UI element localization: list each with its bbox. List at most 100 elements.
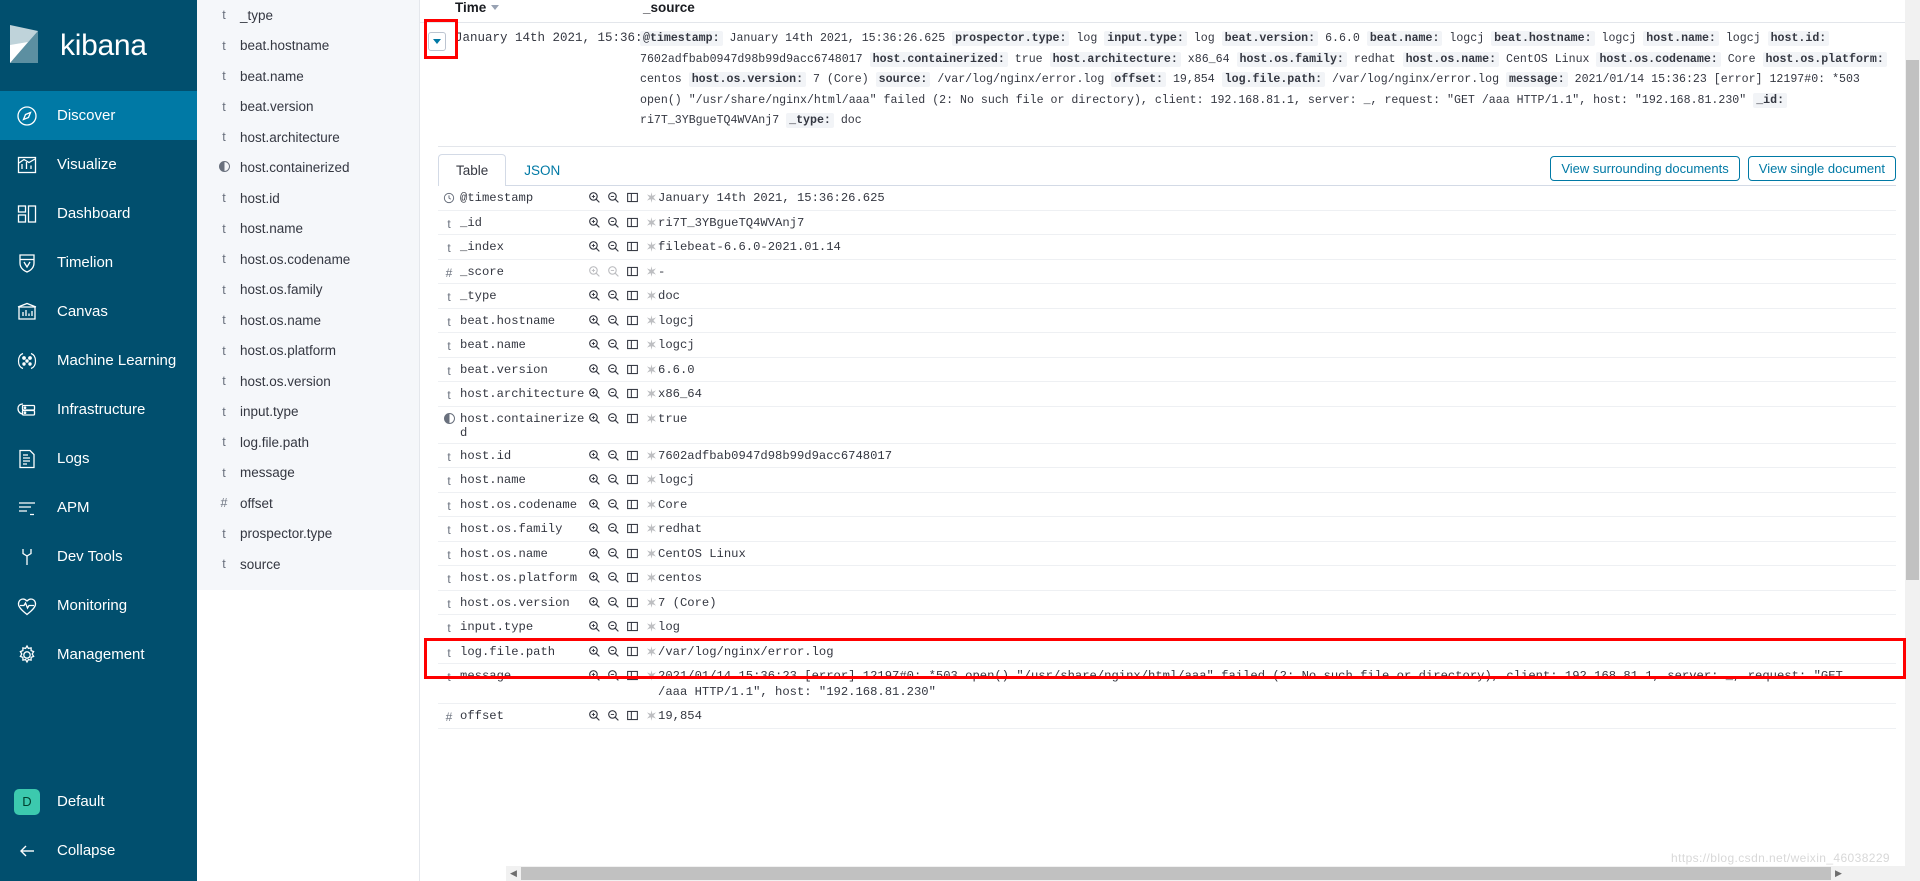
sidebar-item-logs[interactable]: Logs bbox=[0, 434, 197, 483]
filter-out-value-icon[interactable] bbox=[607, 265, 620, 278]
sidebar-item-monitoring[interactable]: Monitoring bbox=[0, 581, 197, 630]
filter-out-value-icon[interactable] bbox=[607, 498, 620, 511]
filter-for-field-present-icon[interactable] bbox=[645, 596, 658, 609]
filter-for-value-icon[interactable] bbox=[588, 596, 601, 609]
toggle-column-in-table-icon[interactable] bbox=[626, 289, 639, 302]
filter-out-value-icon[interactable] bbox=[607, 473, 620, 486]
filter-out-value-icon[interactable] bbox=[607, 363, 620, 376]
toggle-column-in-table-icon[interactable] bbox=[626, 645, 639, 658]
filter-for-value-icon[interactable] bbox=[588, 571, 601, 584]
tab-table[interactable]: Table bbox=[438, 153, 507, 186]
toggle-column-in-table-icon[interactable] bbox=[626, 449, 639, 462]
field-list-item[interactable]: t host.architecture bbox=[197, 122, 419, 153]
filter-for-value-icon[interactable] bbox=[588, 314, 601, 327]
filter-for-value-icon[interactable] bbox=[588, 669, 601, 682]
field-list-item[interactable]: t log.file.path bbox=[197, 427, 419, 458]
sidebar-item-timelion[interactable]: Timelion bbox=[0, 238, 197, 287]
kibana-brand[interactable]: kibana bbox=[0, 0, 197, 91]
filter-for-value-icon[interactable] bbox=[588, 709, 601, 722]
filter-out-value-icon[interactable] bbox=[607, 412, 620, 425]
sidebar-item-management[interactable]: Management bbox=[0, 630, 197, 679]
scroll-right-arrow-icon[interactable]: ▶ bbox=[1831, 866, 1846, 881]
filter-out-value-icon[interactable] bbox=[607, 314, 620, 327]
filter-for-field-present-icon[interactable] bbox=[645, 669, 658, 682]
filter-for-value-icon[interactable] bbox=[588, 338, 601, 351]
toggle-column-in-table-icon[interactable] bbox=[626, 669, 639, 682]
filter-out-value-icon[interactable] bbox=[607, 449, 620, 462]
filter-for-value-icon[interactable] bbox=[588, 412, 601, 425]
field-list-item[interactable]: t beat.version bbox=[197, 92, 419, 123]
filter-out-value-icon[interactable] bbox=[607, 596, 620, 609]
toggle-column-in-table-icon[interactable] bbox=[626, 473, 639, 486]
filter-out-value-icon[interactable] bbox=[607, 709, 620, 722]
filter-out-value-icon[interactable] bbox=[607, 338, 620, 351]
toggle-column-in-table-icon[interactable] bbox=[626, 387, 639, 400]
filter-for-value-icon[interactable] bbox=[588, 620, 601, 633]
filter-for-field-present-icon[interactable] bbox=[645, 709, 658, 722]
field-list-item[interactable]: t host.id bbox=[197, 183, 419, 214]
page-vertical-scrollbar-thumb[interactable] bbox=[1906, 60, 1919, 580]
field-list-item[interactable]: t host.os.version bbox=[197, 366, 419, 397]
filter-out-value-icon[interactable] bbox=[607, 547, 620, 560]
filter-for-field-present-icon[interactable] bbox=[645, 645, 658, 658]
sidebar-item-visualize[interactable]: Visualize bbox=[0, 140, 197, 189]
filter-for-value-icon[interactable] bbox=[588, 387, 601, 400]
filter-for-field-present-icon[interactable] bbox=[645, 547, 658, 560]
field-list-item[interactable]: t input.type bbox=[197, 397, 419, 428]
toggle-column-in-table-icon[interactable] bbox=[626, 709, 639, 722]
filter-for-field-present-icon[interactable] bbox=[645, 620, 658, 633]
filter-for-field-present-icon[interactable] bbox=[645, 522, 658, 535]
toggle-column-in-table-icon[interactable] bbox=[626, 191, 639, 204]
toggle-column-in-table-icon[interactable] bbox=[626, 216, 639, 229]
filter-for-value-icon[interactable] bbox=[588, 449, 601, 462]
filter-for-field-present-icon[interactable] bbox=[645, 265, 658, 278]
field-list-item[interactable]: t host.os.platform bbox=[197, 336, 419, 367]
toggle-column-in-table-icon[interactable] bbox=[626, 338, 639, 351]
sidebar-item-apm[interactable]: APM bbox=[0, 483, 197, 532]
filter-out-value-icon[interactable] bbox=[607, 387, 620, 400]
filter-for-value-icon[interactable] bbox=[588, 645, 601, 658]
filter-for-field-present-icon[interactable] bbox=[645, 473, 658, 486]
filter-for-field-present-icon[interactable] bbox=[645, 191, 658, 204]
filter-for-value-icon[interactable] bbox=[588, 473, 601, 486]
page-vertical-scrollbar[interactable] bbox=[1905, 0, 1920, 881]
toggle-column-in-table-icon[interactable] bbox=[626, 314, 639, 327]
sidebar-item-dev-tools[interactable]: Dev Tools bbox=[0, 532, 197, 581]
filter-for-field-present-icon[interactable] bbox=[645, 240, 658, 253]
sidebar-item-discover[interactable]: Discover bbox=[0, 91, 197, 140]
field-list-item[interactable]: t beat.hostname bbox=[197, 31, 419, 62]
filter-for-field-present-icon[interactable] bbox=[645, 449, 658, 462]
sidebar-item-dashboard[interactable]: Dashboard bbox=[0, 189, 197, 238]
field-list-item[interactable]: t beat.name bbox=[197, 61, 419, 92]
field-list-item[interactable]: t host.os.codename bbox=[197, 244, 419, 275]
sidebar-item-infrastructure[interactable]: Infrastructure bbox=[0, 385, 197, 434]
toggle-column-in-table-icon[interactable] bbox=[626, 522, 639, 535]
filter-for-field-present-icon[interactable] bbox=[645, 338, 658, 351]
filter-for-value-icon[interactable] bbox=[588, 363, 601, 376]
filter-out-value-icon[interactable] bbox=[607, 216, 620, 229]
tab-json[interactable]: JSON bbox=[506, 154, 578, 186]
toggle-column-in-table-icon[interactable] bbox=[626, 363, 639, 376]
filter-for-value-icon[interactable] bbox=[588, 498, 601, 511]
field-list-item[interactable]: t host.os.name bbox=[197, 305, 419, 336]
field-list-item[interactable]: t source bbox=[197, 549, 419, 580]
filter-for-value-icon[interactable] bbox=[588, 265, 601, 278]
filter-out-value-icon[interactable] bbox=[607, 645, 620, 658]
column-header-time[interactable]: Time bbox=[420, 0, 640, 15]
toggle-column-in-table-icon[interactable] bbox=[626, 571, 639, 584]
sidebar-item-canvas[interactable]: Canvas bbox=[0, 287, 197, 336]
filter-out-value-icon[interactable] bbox=[607, 522, 620, 535]
filter-for-value-icon[interactable] bbox=[588, 216, 601, 229]
filter-for-field-present-icon[interactable] bbox=[645, 289, 658, 302]
toggle-column-in-table-icon[interactable] bbox=[626, 596, 639, 609]
space-selector-default[interactable]: D Default bbox=[0, 777, 197, 826]
collapse-sidebar-button[interactable]: Collapse bbox=[0, 826, 197, 875]
field-list-item[interactable]: t message bbox=[197, 458, 419, 489]
field-list-item[interactable]: # offset bbox=[197, 488, 419, 519]
filter-for-value-icon[interactable] bbox=[588, 522, 601, 535]
field-list-item[interactable]: t host.name bbox=[197, 214, 419, 245]
field-list-item[interactable]: t prospector.type bbox=[197, 519, 419, 550]
view-single-document-button[interactable]: View single document bbox=[1747, 155, 1896, 181]
filter-for-value-icon[interactable] bbox=[588, 240, 601, 253]
filter-out-value-icon[interactable] bbox=[607, 620, 620, 633]
